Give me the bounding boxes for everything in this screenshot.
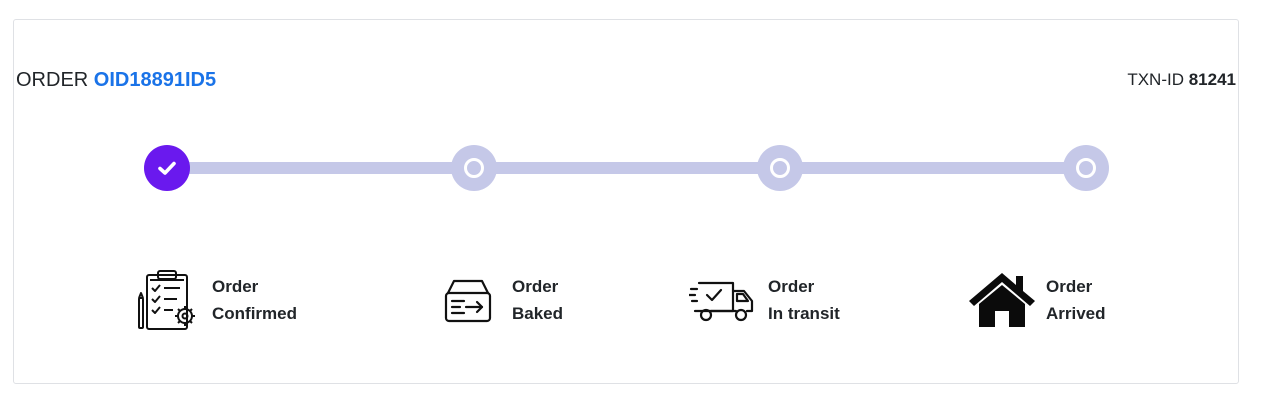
ring-icon xyxy=(464,158,484,178)
progress-track xyxy=(166,162,1086,174)
stage-confirmed: Order Confirmed xyxy=(132,268,297,332)
txn-prefix: TXN-ID xyxy=(1127,70,1184,89)
delivery-truck-icon xyxy=(688,268,760,332)
order-id: OID18891ID5 xyxy=(93,69,217,91)
stage-baked: Order Baked xyxy=(432,268,563,332)
order-title: ORDER OID18891ID5 xyxy=(16,68,216,92)
ring-icon xyxy=(770,158,790,178)
stage-label: Order Confirmed xyxy=(212,277,297,323)
step-arrived-indicator xyxy=(1063,145,1109,191)
stage-arrived: Order Arrived xyxy=(966,268,1106,332)
step-baked-indicator xyxy=(451,145,497,191)
order-tracking-card: ORDER OID18891ID5 TXN-ID 81241 Order Con… xyxy=(13,19,1239,384)
stage-label: Order Baked xyxy=(512,277,564,323)
transaction-id: TXN-ID 81241 xyxy=(1127,69,1236,91)
stage-in-transit: Order In transit xyxy=(688,268,840,332)
ring-icon xyxy=(1076,158,1096,178)
stage-label: Order In transit xyxy=(768,277,840,323)
clipboard-checklist-icon xyxy=(132,268,204,332)
txn-number: 81241 xyxy=(1188,70,1236,89)
order-prefix: ORDER xyxy=(16,69,89,91)
step-transit-indicator xyxy=(757,145,803,191)
stage-label: Order Arrived xyxy=(1046,277,1106,323)
home-icon xyxy=(966,268,1038,332)
step-confirmed-indicator xyxy=(144,145,190,191)
check-icon xyxy=(158,161,176,175)
box-arrow-icon xyxy=(432,268,504,332)
